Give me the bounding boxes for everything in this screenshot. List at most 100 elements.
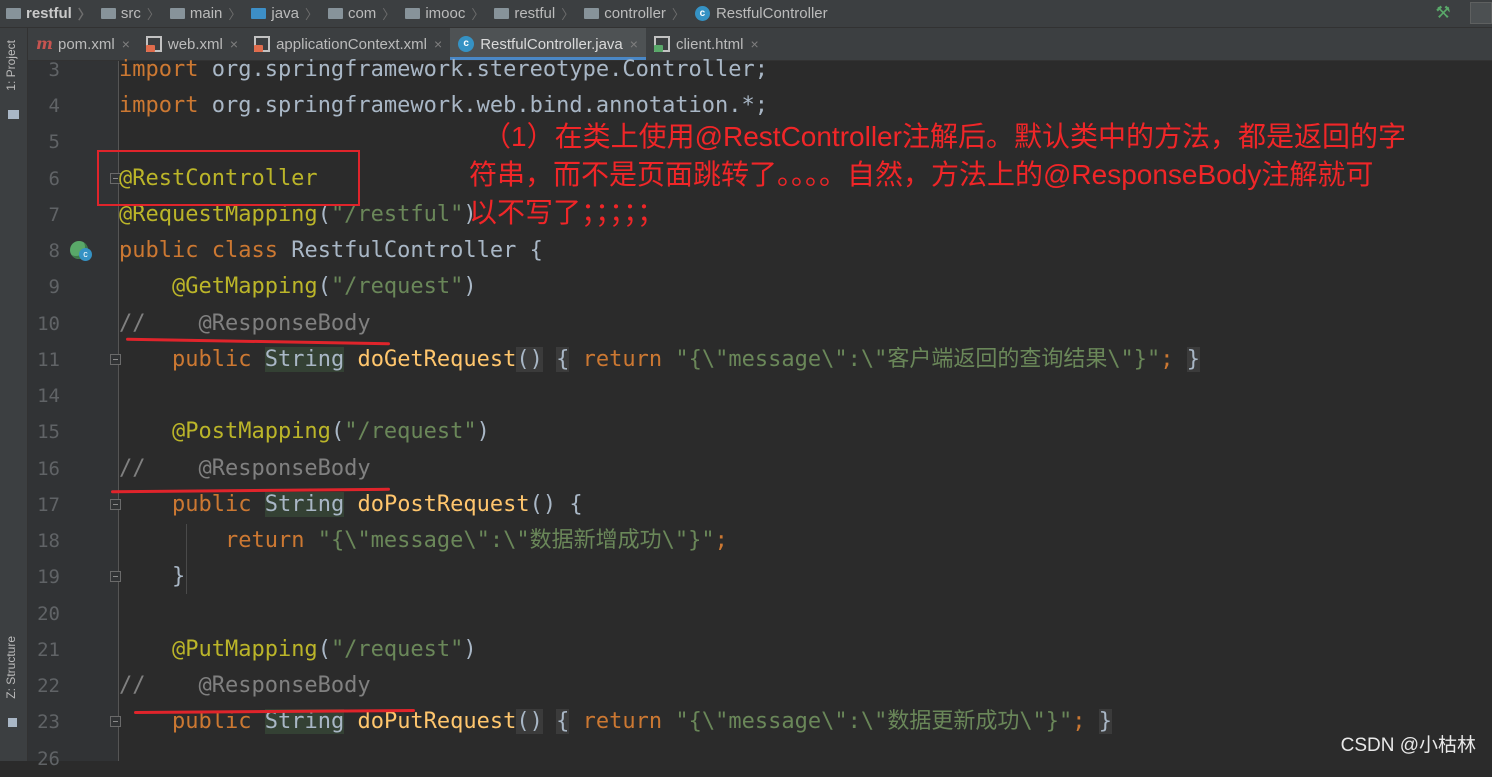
folded-brace: } bbox=[1186, 347, 1201, 372]
line-number: 23 bbox=[37, 711, 60, 733]
method-name: doPutRequest bbox=[357, 709, 517, 734]
navigation-breadcrumb: restful 〉 src 〉 main 〉 java 〉 com 〉 imooc 〉 re… bbox=[0, 0, 1492, 28]
keyword: return bbox=[582, 709, 663, 734]
annotation: @PutMapping bbox=[171, 637, 318, 662]
line-number: 11 bbox=[37, 349, 60, 371]
annotation: @PostMapping bbox=[171, 419, 331, 444]
line-number: 6 bbox=[48, 168, 60, 190]
breadcrumb-item-main[interactable]: main 〉 bbox=[164, 0, 246, 27]
line-number: 19 bbox=[37, 566, 60, 588]
watermark: CSDN @小枯林 bbox=[1340, 735, 1476, 756]
string-literal: "/request" bbox=[344, 419, 477, 444]
line-number: 16 bbox=[37, 458, 60, 480]
breadcrumb-item-controller[interactable]: controller 〉 bbox=[578, 0, 689, 27]
string-literal: "{\"message\":\"数据新增成功\"}" bbox=[317, 528, 715, 553]
folded-brace: { bbox=[556, 709, 570, 734]
package-icon bbox=[494, 8, 510, 19]
code-line-18: return "{\"message\":\"数据新增成功\"}"; bbox=[224, 528, 728, 553]
chevron-right-icon: 〉 bbox=[304, 7, 318, 22]
close-icon[interactable]: × bbox=[434, 36, 442, 52]
line-number: 9 bbox=[48, 276, 60, 298]
code-line-8: public class RestfulController { bbox=[119, 238, 543, 263]
keyword: import bbox=[119, 93, 199, 118]
breadcrumb-item-src[interactable]: src 〉 bbox=[95, 0, 164, 27]
project-folder-icon bbox=[6, 8, 21, 19]
project-tool-window-button[interactable]: 1: Project bbox=[4, 40, 18, 91]
keyword: public class bbox=[119, 238, 278, 263]
structure-tool-icon bbox=[8, 718, 17, 727]
close-icon[interactable]: × bbox=[630, 36, 638, 52]
line-number: 3 bbox=[48, 59, 60, 81]
source-folder-icon bbox=[251, 8, 267, 19]
comment: // @ResponseBody bbox=[119, 673, 371, 698]
method-name: doGetRequest bbox=[357, 347, 517, 372]
close-icon[interactable]: × bbox=[750, 36, 758, 52]
left-tool-strip: 1: Project Z: Structure bbox=[0, 28, 28, 761]
line-number: 22 bbox=[37, 675, 60, 697]
type-name: String bbox=[264, 492, 345, 517]
string-literal: "{\"message\":\"数据更新成功\"}" bbox=[675, 709, 1073, 734]
maven-icon: m bbox=[36, 34, 53, 53]
highlight-box bbox=[97, 150, 360, 206]
code-line-16: // @ResponseBody bbox=[119, 451, 1492, 487]
keyword: public bbox=[171, 492, 252, 517]
code-line-17: public String doPostRequest() { bbox=[171, 492, 583, 517]
comment: // @ResponseBody bbox=[119, 311, 371, 336]
line-number: 26 bbox=[37, 748, 60, 770]
run-config-button[interactable] bbox=[1470, 2, 1492, 24]
keyword: public bbox=[171, 347, 252, 372]
code-line-21: @PutMapping("/request") bbox=[171, 637, 477, 662]
string-literal: "/request" bbox=[330, 274, 464, 299]
code-line-11: public String doGetRequest() { return "{… bbox=[171, 347, 1201, 372]
line-number: 18 bbox=[37, 530, 60, 552]
breadcrumb-item-restful-package[interactable]: restful 〉 bbox=[488, 0, 578, 27]
breadcrumb-item-java[interactable]: java 〉 bbox=[245, 0, 322, 27]
line-number: 17 bbox=[37, 494, 60, 516]
package-icon bbox=[405, 8, 421, 19]
comment: // @ResponseBody bbox=[119, 456, 371, 481]
package-icon bbox=[327, 8, 343, 19]
code-line-22: // @ResponseBody bbox=[119, 668, 1492, 704]
xml-file-icon bbox=[254, 36, 271, 52]
html-file-icon bbox=[653, 36, 670, 52]
keyword: return bbox=[224, 528, 305, 553]
line-number: 4 bbox=[48, 95, 60, 117]
breadcrumb-item-restfulcontroller[interactable]: c RestfulController bbox=[689, 0, 832, 27]
folded-brace: { bbox=[556, 347, 570, 372]
annotation: @GetMapping bbox=[171, 274, 318, 299]
chevron-right-icon: 〉 bbox=[382, 7, 396, 22]
line-number: 8 bbox=[48, 240, 60, 262]
code-line-3: import org.springframework.stereotype.Co… bbox=[119, 57, 769, 82]
chevron-right-icon: 〉 bbox=[146, 7, 160, 22]
string-literal: "{\"message\":\"客户端返回的查询结果\"}" bbox=[675, 347, 1161, 372]
line-number: 14 bbox=[37, 385, 60, 407]
breadcrumb-item-com[interactable]: com 〉 bbox=[322, 0, 399, 27]
keyword: import bbox=[119, 57, 199, 82]
keyword: return bbox=[582, 347, 663, 372]
breadcrumb-item-imooc[interactable]: imooc 〉 bbox=[399, 0, 488, 27]
java-class-icon: c bbox=[694, 6, 710, 21]
code-line-15: @PostMapping("/request") bbox=[171, 419, 490, 444]
spring-bean-icon[interactable] bbox=[70, 241, 92, 261]
close-icon[interactable]: × bbox=[230, 36, 238, 52]
structure-tool-window-button[interactable]: Z: Structure bbox=[4, 636, 18, 699]
chevron-right-icon: 〉 bbox=[561, 7, 575, 22]
close-icon[interactable]: × bbox=[122, 36, 130, 52]
method-name: doPostRequest bbox=[357, 492, 530, 517]
build-hammer-icon[interactable]: ⚒ bbox=[1433, 4, 1453, 22]
code-line-19: } bbox=[171, 564, 186, 589]
package-icon bbox=[584, 8, 600, 19]
string-literal: "/request" bbox=[330, 637, 464, 662]
breadcrumb-item-restful[interactable]: restful 〉 bbox=[0, 0, 95, 27]
line-number: 10 bbox=[37, 313, 60, 335]
code-line-9: @GetMapping("/request") bbox=[171, 274, 477, 299]
chevron-right-icon: 〉 bbox=[77, 7, 91, 22]
chevron-right-icon: 〉 bbox=[228, 7, 242, 22]
folder-icon bbox=[169, 8, 185, 19]
annotation-note: （1）在类上使用@RestController注解后。默认类中的方法，都是返回的… bbox=[469, 121, 1406, 228]
line-number: 15 bbox=[37, 421, 60, 443]
chevron-right-icon: 〉 bbox=[671, 7, 685, 22]
line-number: 7 bbox=[48, 204, 60, 226]
line-number: 21 bbox=[37, 639, 60, 661]
type-name: String bbox=[264, 347, 345, 372]
